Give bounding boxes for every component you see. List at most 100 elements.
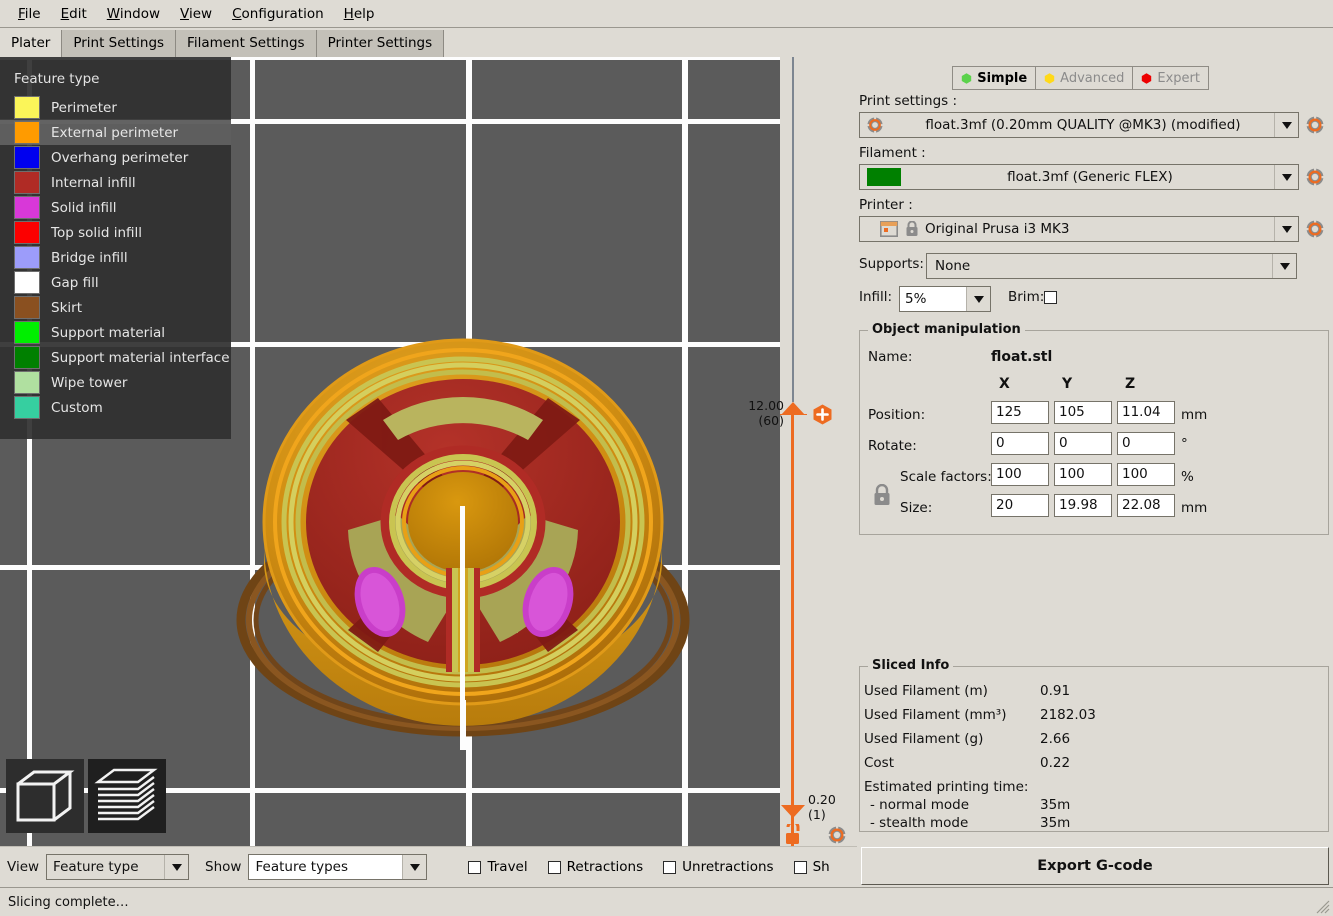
slider-bottom-layer: (1) bbox=[808, 807, 826, 822]
unretractions-label: Unretractions bbox=[682, 859, 774, 875]
legend-item-top-solid-infill[interactable]: Top solid infill bbox=[0, 220, 231, 245]
tab-plater[interactable]: Plater bbox=[0, 30, 63, 57]
unretractions-checkbox[interactable] bbox=[663, 860, 677, 874]
unretractions-checkbox-group[interactable]: Unretractions bbox=[663, 859, 774, 875]
supports-combo[interactable]: None bbox=[926, 253, 1297, 279]
legend-item-support-material[interactable]: Support material bbox=[0, 320, 231, 345]
export-gcode-button[interactable]: Export G-code bbox=[861, 847, 1329, 885]
legend-item-internal-infill[interactable]: Internal infill bbox=[0, 170, 231, 195]
filament-dropdown-arrow[interactable] bbox=[1274, 165, 1298, 189]
legend-swatch bbox=[14, 171, 40, 194]
legend-item-bridge-infill[interactable]: Bridge infill bbox=[0, 245, 231, 270]
cost-label: Cost bbox=[864, 755, 895, 771]
infill-combo[interactable]: 5% bbox=[899, 286, 991, 312]
print-settings-dropdown-arrow[interactable] bbox=[1274, 113, 1298, 137]
shells-checkbox-group[interactable]: Sh bbox=[793, 859, 830, 875]
print-settings-combo[interactable]: float.3mf (0.20mm QUALITY @MK3) (modifie… bbox=[859, 112, 1299, 138]
legend-item-custom[interactable]: Custom bbox=[0, 395, 231, 420]
slider-gear-icon[interactable] bbox=[827, 825, 847, 845]
scale-y-input[interactable]: 100 bbox=[1054, 463, 1112, 486]
print-settings-edit-gear-icon[interactable] bbox=[1305, 115, 1325, 135]
mode-expert-button[interactable]: Expert bbox=[1133, 66, 1209, 90]
resize-grip-icon[interactable] bbox=[1314, 898, 1330, 914]
slider-upper-handle[interactable] bbox=[780, 402, 806, 418]
printer-value: Original Prusa i3 MK3 bbox=[925, 221, 1070, 237]
legend-item-solid-infill[interactable]: Solid infill bbox=[0, 195, 231, 220]
slider-top-layer: (60) bbox=[758, 413, 784, 428]
view-preview-button[interactable] bbox=[88, 759, 166, 833]
position-z-input[interactable]: 11.04 bbox=[1117, 401, 1175, 424]
legend-item-wipe-tower[interactable]: Wipe tower bbox=[0, 370, 231, 395]
retractions-checkbox-group[interactable]: Retractions bbox=[547, 859, 644, 875]
scale-z-input[interactable]: 100 bbox=[1117, 463, 1175, 486]
filament-combo[interactable]: float.3mf (Generic FLEX) bbox=[859, 164, 1299, 190]
rotate-label: Rotate: bbox=[868, 438, 917, 454]
brim-label: Brim: bbox=[1008, 289, 1045, 305]
normal-mode-label: - normal mode bbox=[870, 797, 970, 813]
menu-window[interactable]: Window bbox=[97, 3, 170, 25]
tab-print-settings[interactable]: Print Settings bbox=[62, 30, 177, 57]
view-3d-button[interactable] bbox=[6, 759, 84, 833]
printer-dropdown-arrow[interactable] bbox=[1274, 217, 1298, 241]
shells-checkbox[interactable] bbox=[793, 860, 807, 874]
filament-edit-gear-icon[interactable] bbox=[1305, 167, 1325, 187]
printer-label: Printer : bbox=[859, 197, 913, 213]
legend-item-perimeter[interactable]: Perimeter bbox=[0, 95, 231, 120]
position-x-input[interactable]: 125 bbox=[991, 401, 1049, 424]
slider-bottom-value: 0.20 bbox=[808, 792, 836, 807]
mode-advanced-button[interactable]: Advanced bbox=[1036, 66, 1134, 90]
legend-item-label: Internal infill bbox=[51, 174, 136, 191]
retractions-checkbox[interactable] bbox=[547, 860, 561, 874]
layer-slider[interactable]: 12.00 (60) 0.20 (1) bbox=[748, 57, 857, 864]
menu-help[interactable]: Help bbox=[334, 3, 385, 25]
legend-item-external-perimeter[interactable]: External perimeter bbox=[0, 120, 231, 145]
size-x-input[interactable]: 20 bbox=[991, 494, 1049, 517]
rotate-z-input[interactable]: 0 bbox=[1117, 432, 1175, 455]
legend-item-overhang-perimeter[interactable]: Overhang perimeter bbox=[0, 145, 231, 170]
size-unit: mm bbox=[1181, 500, 1208, 516]
retractions-label: Retractions bbox=[566, 859, 644, 875]
add-color-change-icon[interactable] bbox=[812, 404, 833, 425]
travel-checkbox[interactable] bbox=[468, 860, 482, 874]
view-dropdown-arrow[interactable] bbox=[164, 855, 189, 879]
menu-edit[interactable]: Edit bbox=[51, 3, 97, 25]
view-combo[interactable]: Feature type bbox=[46, 854, 190, 880]
object-name-label: Name: bbox=[868, 349, 913, 365]
slider-lower-handle[interactable] bbox=[780, 802, 806, 818]
legend-item-support-material-interface[interactable]: Support material interface bbox=[0, 345, 231, 370]
mode-simple-button[interactable]: Simple bbox=[952, 66, 1037, 90]
legend-item-gap-fill[interactable]: Gap fill bbox=[0, 270, 231, 295]
legend-item-skirt[interactable]: Skirt bbox=[0, 295, 231, 320]
legend-item-label: Wipe tower bbox=[51, 374, 128, 391]
legend-swatch bbox=[14, 146, 40, 169]
axis-header-x: X bbox=[999, 376, 1010, 392]
size-y-input[interactable]: 19.98 bbox=[1054, 494, 1112, 517]
tab-filament-settings[interactable]: Filament Settings bbox=[176, 30, 317, 57]
position-y-input[interactable]: 105 bbox=[1054, 401, 1112, 424]
preview-viewport[interactable]: Feature type Perimeter External perimete… bbox=[0, 57, 780, 846]
tab-printer-settings[interactable]: Printer Settings bbox=[316, 30, 445, 57]
legend-swatch bbox=[14, 321, 40, 344]
rotate-x-input[interactable]: 0 bbox=[991, 432, 1049, 455]
travel-checkbox-group[interactable]: Travel bbox=[468, 859, 528, 875]
printer-edit-gear-icon[interactable] bbox=[1305, 219, 1325, 239]
legend-item-label: Custom bbox=[51, 399, 103, 416]
supports-label: Supports: bbox=[859, 256, 924, 272]
infill-dropdown-arrow[interactable] bbox=[966, 287, 990, 311]
printer-combo[interactable]: Original Prusa i3 MK3 bbox=[859, 216, 1299, 242]
show-combo[interactable]: Feature types bbox=[248, 854, 428, 880]
menu-view[interactable]: View bbox=[170, 3, 222, 25]
scale-x-input[interactable]: 100 bbox=[991, 463, 1049, 486]
size-z-input[interactable]: 22.08 bbox=[1117, 494, 1175, 517]
locked-uniform-scaling-icon[interactable] bbox=[872, 483, 892, 508]
brim-checkbox[interactable] bbox=[1044, 291, 1057, 304]
slider-track-active[interactable] bbox=[791, 414, 794, 864]
mode-label: Expert bbox=[1157, 70, 1200, 86]
show-dropdown-arrow[interactable] bbox=[402, 855, 427, 879]
supports-dropdown-arrow[interactable] bbox=[1272, 254, 1296, 278]
menu-file[interactable]: File bbox=[8, 3, 51, 25]
rotate-y-input[interactable]: 0 bbox=[1054, 432, 1112, 455]
menu-configuration[interactable]: Configuration bbox=[222, 3, 334, 25]
unlock-icon[interactable] bbox=[782, 820, 804, 846]
estimated-time-label: Estimated printing time: bbox=[864, 779, 1029, 795]
